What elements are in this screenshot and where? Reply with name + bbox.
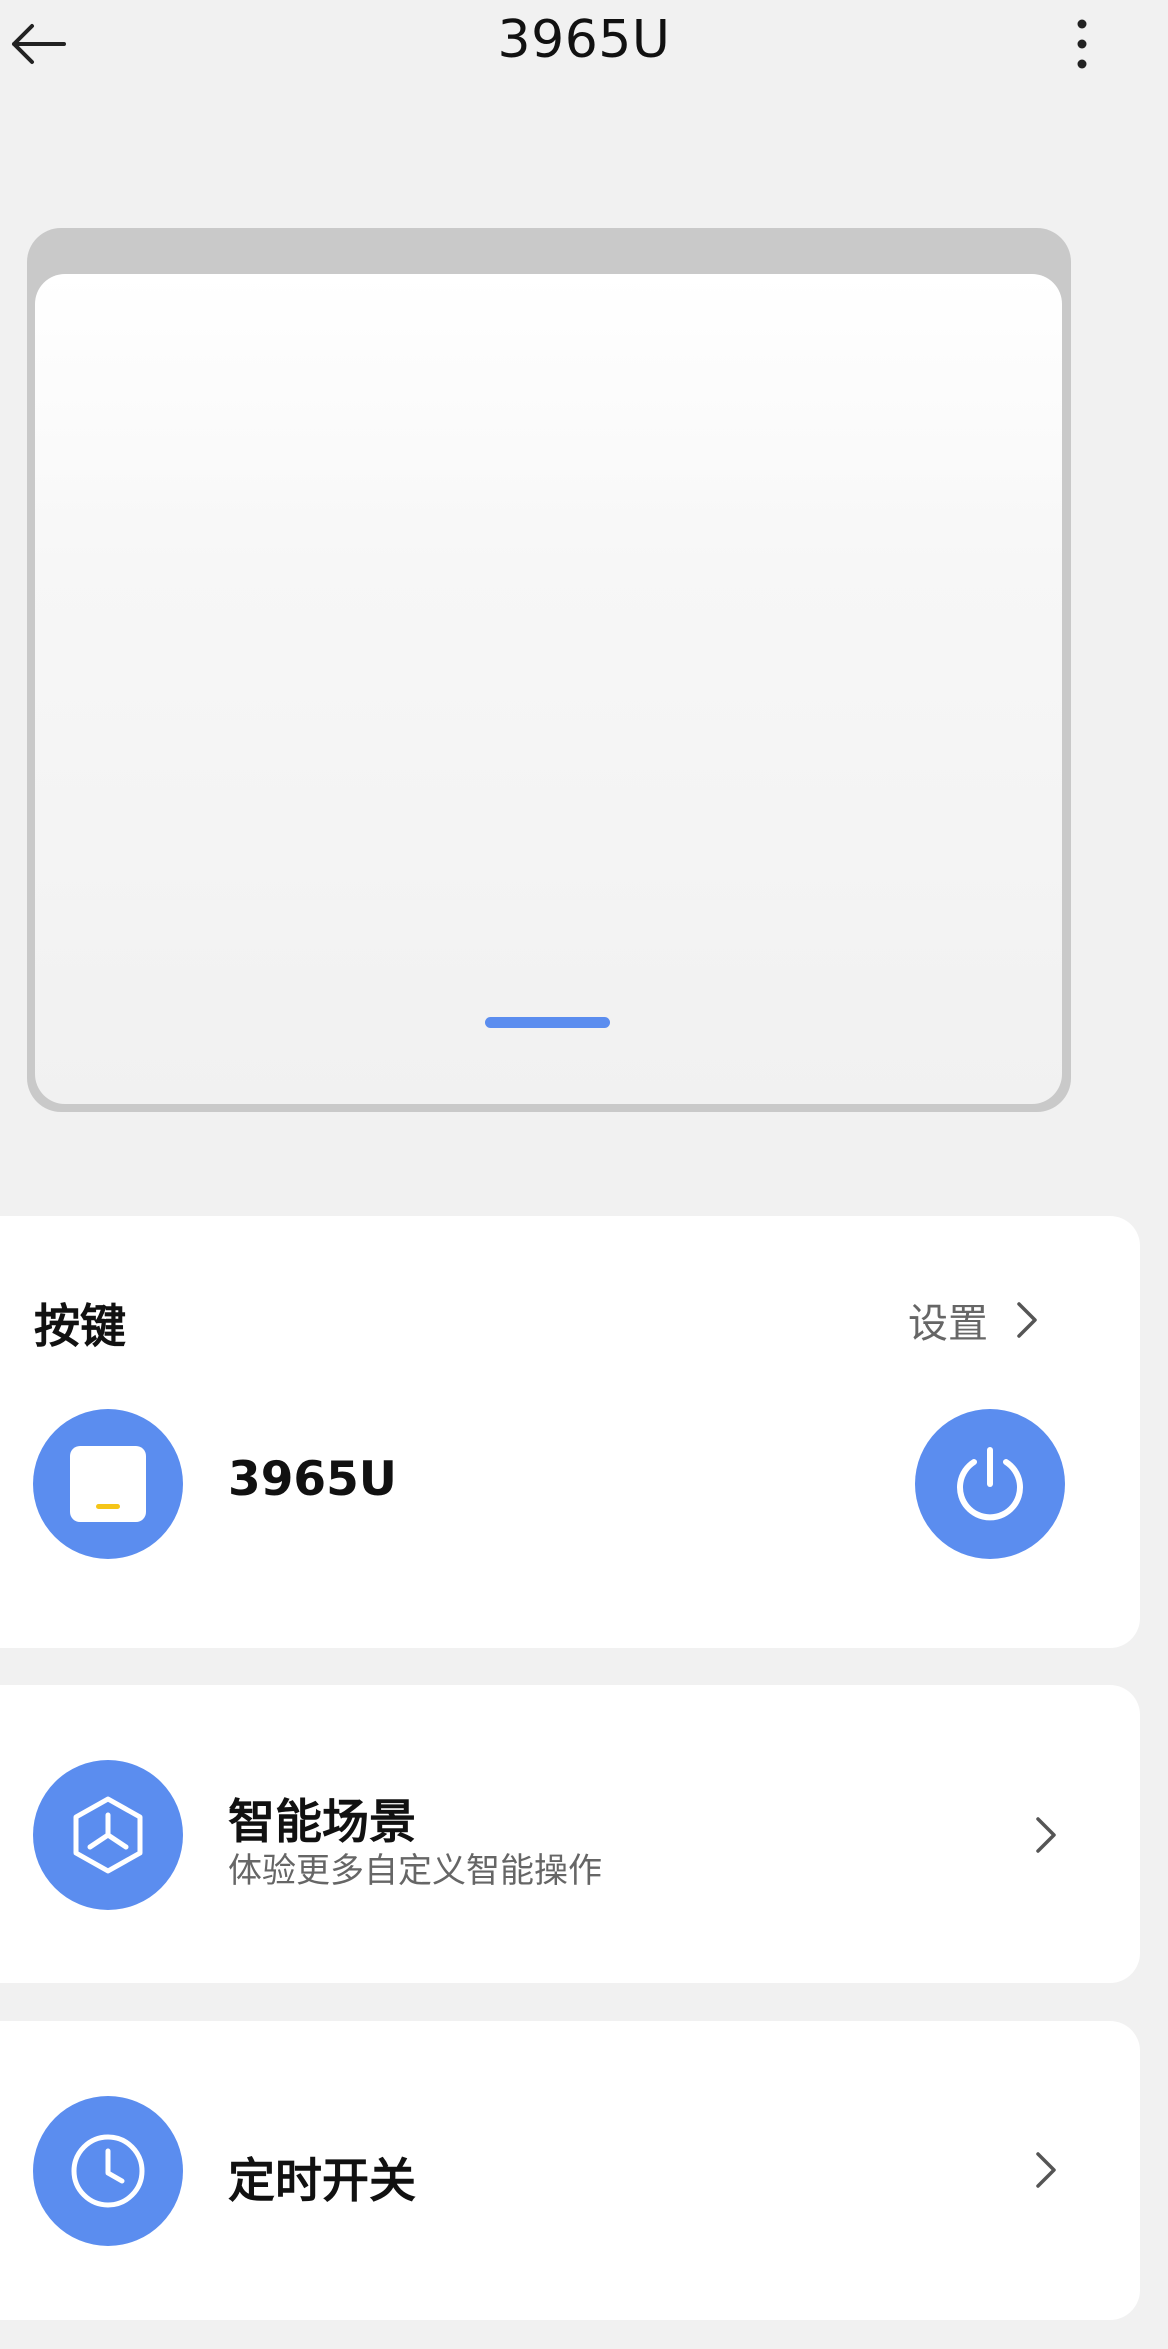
chevron-right-icon [1036,1817,1056,1853]
smart-scene-title: 智能场景 [228,1795,416,1850]
device-icon-badge [33,1409,183,1559]
smart-scene-icon [73,1796,143,1874]
smart-scene-subtitle: 体验更多自定义智能操作 [228,1851,602,1891]
device-page: 3965U 按键 设置 3965U 智能场景 体验更多自定义智能操作 定时开关 [0,0,1168,2349]
timer-switch-title: 定时开关 [228,2154,416,2209]
switch-panel-icon [70,1446,146,1522]
timer-switch-chevron [1026,2140,1066,2200]
switch-panel-button[interactable] [35,274,1062,1104]
more-options-button[interactable] [1058,14,1106,74]
smart-scene-chevron [1026,1805,1066,1865]
smart-scene-icon-badge [33,1760,183,1910]
power-icon [957,1447,1023,1521]
device-name: 3965U [228,1452,397,1507]
top-bar: 3965U [0,0,1168,90]
timer-icon-badge [33,2096,183,2246]
more-vertical-icon [1077,19,1087,69]
clock-icon [71,2134,145,2208]
keys-section-title: 按键 [34,1299,126,1353]
switch-panel-indicator [485,1017,610,1028]
page-title: 3965U [497,10,671,70]
power-button[interactable] [915,1409,1065,1559]
chevron-right-icon [1017,1302,1037,1338]
keys-settings-link[interactable]: 设置 [908,1290,1038,1350]
settings-label: 设置 [908,1301,988,1347]
chevron-right-icon [1036,2152,1056,2188]
